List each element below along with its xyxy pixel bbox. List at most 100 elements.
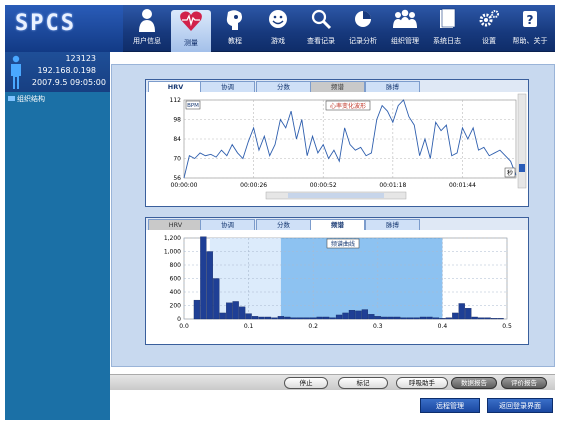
nav-help-about[interactable]: ? 帮助、关于 — [510, 8, 550, 52]
y-unit-text: BPM — [187, 103, 199, 109]
stop-button[interactable]: 停止 — [284, 377, 328, 389]
y-tick-label: 800 — [170, 262, 182, 269]
annotation-label: 频谱曲线 — [331, 240, 355, 248]
x-unit-label: 秒 — [507, 169, 513, 177]
nav-org-management[interactable]: 组织管理 — [385, 8, 425, 52]
spectrum-bar — [381, 316, 388, 320]
log-icon — [427, 8, 467, 36]
spectrum-bar — [400, 317, 407, 320]
tab-pulse[interactable]: 脉搏 — [365, 81, 420, 92]
evaluation-report-button[interactable]: 评价报告 — [501, 377, 547, 389]
spectrum-bar — [490, 318, 498, 320]
nav-label: 帮助、关于 — [512, 37, 548, 45]
tab-pulse[interactable]: 脉搏 — [365, 219, 420, 230]
x-tick-label: 00:01:44 — [449, 182, 476, 189]
hrv-panel: HRV 协调 分数 频谱 脉搏 56 70 84 98 112 00:00:00 00:00… — [145, 79, 529, 207]
nav-tutorial[interactable]: 教程 — [215, 8, 255, 52]
user-ip: 192.168.0.198 — [37, 66, 96, 75]
back-to-login-button[interactable]: 返回登录界面 — [487, 398, 553, 413]
y-unit-label: BPM — [185, 100, 201, 110]
spectrum-bar — [245, 313, 252, 320]
spectrum-bar — [361, 309, 369, 320]
y-tick-label: 1,200 — [164, 235, 181, 242]
spectrum-bar — [277, 316, 285, 320]
nav-user-info[interactable]: 用户信息 — [127, 8, 167, 52]
spectrum-bar — [465, 308, 472, 320]
spectrum-panel: HRV 协调 分数 频谱 脉搏 0 200 400 600 800 1,000 1,200 0… — [145, 217, 529, 345]
spectrum-bar — [439, 318, 446, 320]
tab-spectrum[interactable]: 频谱 — [310, 81, 365, 92]
remote-management-button[interactable]: 远程管理 — [420, 398, 480, 413]
y-tick-label: 112 — [170, 97, 182, 104]
smiley-icon — [258, 8, 298, 36]
tree-item-label: 组织结构 — [17, 95, 45, 103]
x-tick-label: 00:00:52 — [310, 182, 337, 189]
spectrum-bar — [322, 316, 330, 320]
y-tick-label: 70 — [173, 156, 181, 163]
spectrum-bar — [329, 317, 336, 320]
nav-settings[interactable]: 设置 — [469, 8, 509, 52]
tab-hrv[interactable]: HRV — [148, 81, 203, 92]
spectrum-bar — [348, 310, 356, 320]
svg-text:?: ? — [527, 13, 534, 27]
spectrum-bar — [239, 306, 246, 320]
sidebar: 123123 192.168.0.198 2007.9.5 09:05:00 组… — [5, 52, 110, 420]
mark-button[interactable]: 标记 — [338, 377, 388, 389]
spectrum-bar — [258, 316, 265, 320]
spectrum-bar — [303, 317, 310, 320]
spectrum-bar — [426, 316, 433, 320]
data-report-button[interactable]: 数据报告 — [451, 377, 497, 389]
x-tick-label: 0.1 — [244, 323, 254, 330]
nav-measure[interactable]: 测量 — [171, 10, 211, 55]
spectrum-bar — [484, 317, 491, 320]
gears-icon — [469, 8, 509, 36]
spectrum-bar — [374, 316, 381, 320]
scrollbar-thumb — [519, 164, 525, 172]
main-toolbar: SPCS 用户信息 测量 教程 游戏 查看记录 记录分析 组织管理 系统日志 设… — [5, 5, 555, 55]
y-tick-label: 84 — [173, 136, 181, 143]
x-tick-label: 0.3 — [373, 323, 383, 330]
help-icon: ? — [510, 8, 550, 36]
breath-assistant-button[interactable]: 呼吸助手 — [396, 377, 448, 389]
x-tick-label: 0.2 — [308, 323, 318, 330]
spectrum-bar — [413, 317, 420, 320]
group-icon — [385, 8, 425, 36]
spectrum-bar — [335, 314, 343, 320]
spectrum-bar — [290, 317, 297, 320]
spectrum-bar — [206, 251, 213, 320]
y-tick-label: 0 — [177, 316, 181, 323]
nav-view-records[interactable]: 查看记录 — [301, 8, 341, 52]
magnifier-icon — [301, 8, 341, 36]
spectrum-bar — [316, 316, 323, 320]
y-tick-label: 1,000 — [164, 249, 181, 256]
folder-icon — [8, 96, 15, 101]
tab-spectrum[interactable]: 频谱 — [310, 219, 365, 230]
vertical-scrollbar — [517, 93, 527, 189]
spectrum-bar — [251, 316, 259, 320]
tab-score[interactable]: 分数 — [256, 81, 311, 92]
nav-record-analysis[interactable]: 记录分析 — [343, 8, 383, 52]
logo-text: SPCS — [15, 11, 76, 36]
tab-score[interactable]: 分数 — [256, 219, 311, 230]
spectrum-bar — [471, 316, 478, 320]
spectrum-bar — [445, 317, 452, 320]
spectrum-bar — [226, 302, 233, 320]
app-window: SPCS 用户信息 测量 教程 游戏 查看记录 记录分析 组织管理 系统日志 设… — [0, 0, 566, 427]
spectrum-bar — [368, 314, 375, 320]
tab-hrv[interactable]: HRV — [148, 219, 203, 230]
nav-system-log[interactable]: 系统日志 — [427, 8, 467, 52]
annotation-label: 心率变化波形 — [330, 102, 366, 110]
y-tick-label: 400 — [170, 289, 182, 296]
x-tick-label: 0.0 — [179, 323, 189, 330]
spectrum-bar — [497, 318, 504, 320]
user-datetime: 2007.9.5 09:05:00 — [31, 78, 106, 87]
nav-games[interactable]: 游戏 — [258, 8, 298, 52]
user-info-box: 123123 192.168.0.198 2007.9.5 09:05:00 — [5, 52, 110, 92]
spectrum-bar — [478, 317, 485, 320]
spectrum-bar — [264, 316, 272, 320]
tutorial-icon — [215, 8, 255, 36]
tree-item-org-structure[interactable]: 组织结构 — [8, 94, 45, 104]
tab-coordination[interactable]: 协调 — [200, 219, 255, 230]
spectrum-bar — [232, 301, 239, 320]
tab-coordination[interactable]: 协调 — [200, 81, 255, 92]
